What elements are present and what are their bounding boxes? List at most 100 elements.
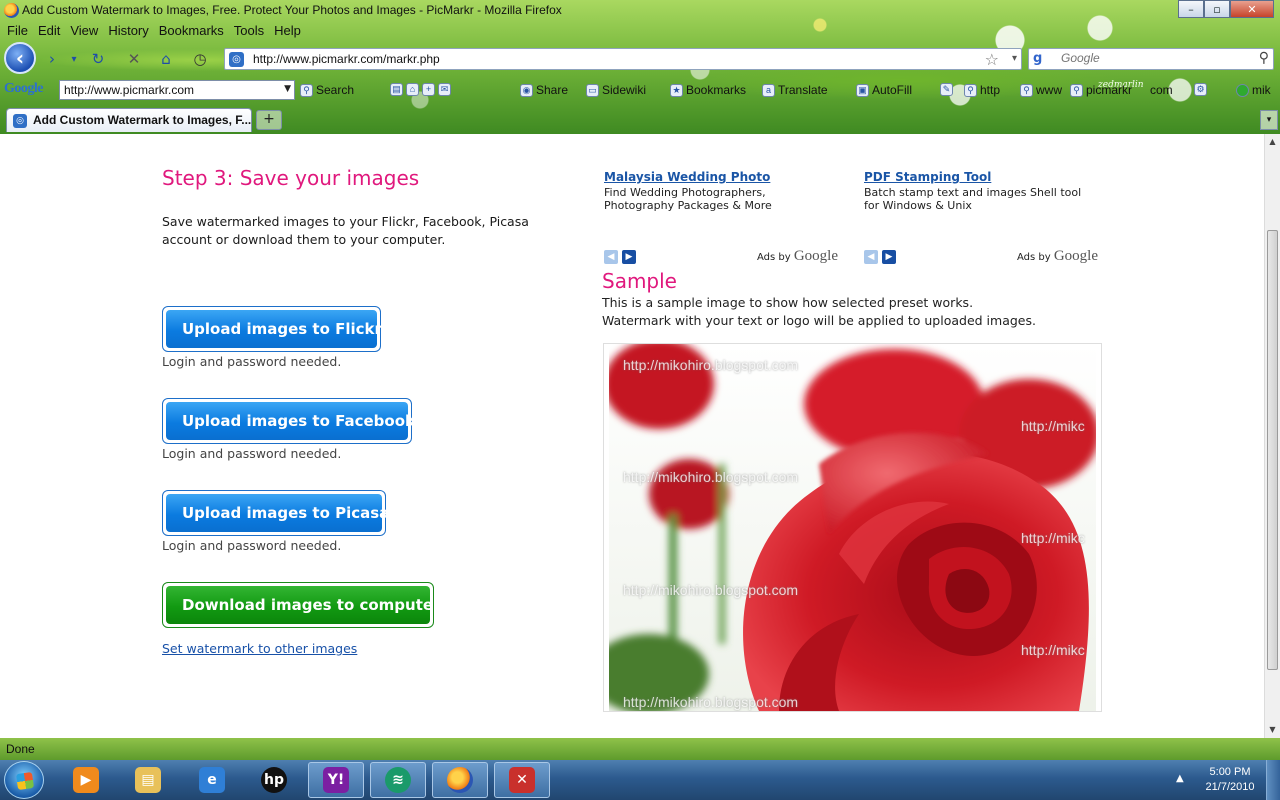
bookmark-star-icon[interactable]: ☆ [985,50,999,69]
bank-icon: ⌂ [406,83,419,96]
google-query-dropdown-icon[interactable]: ▼ [284,84,291,94]
mail-icon: ✉ [438,83,451,96]
url-bar[interactable]: ◎ http://www.picmarkr.com/markr.php ☆ ▾ [224,48,1022,70]
toolbar-settings-button[interactable]: ⚙ [1194,83,1207,96]
menu-view[interactable]: View [65,23,103,41]
download-computer-label[interactable]: Download images to computer [166,586,440,624]
search-icon[interactable]: ⚲ [1259,50,1269,66]
upload-flickr-label[interactable]: Upload images to Flickr [166,310,382,348]
tab-list-icon[interactable]: ▾ [1260,110,1278,130]
back-arrow-icon[interactable]: ‹ [4,42,36,74]
taskbar-explorer[interactable]: ▤ [120,762,176,798]
menu-file[interactable]: File [2,23,33,41]
show-desktop-button[interactable] [1266,760,1280,800]
yahoo-messenger-icon: Y! [323,767,349,793]
url-text[interactable]: http://www.picmarkr.com/markr.php [253,52,440,66]
system-clock[interactable]: 5:00 PM 21/7/2010 [1200,765,1260,795]
taskbar-internet-explorer[interactable]: e [184,762,240,798]
ad-prev-icon[interactable]: ◀ [604,250,618,264]
ad-next-icon[interactable]: ▶ [622,250,636,264]
search-input[interactable] [1061,51,1251,65]
toolbar-profile-button[interactable]: mik [1236,83,1271,97]
toolbar-term-com[interactable]: com [1150,83,1173,97]
ad-nav: ◀ ▶ [604,250,636,264]
forward-arrow-icon[interactable]: › [42,49,62,69]
firefox-icon [447,767,473,793]
history-dropdown-icon[interactable]: ▾ [64,49,84,69]
maximize-button[interactable]: ▫ [1204,0,1230,18]
folder-icon: ▤ [135,767,161,793]
taskbar-yahoo-messenger[interactable]: Y! [308,762,364,798]
upload-picasa-label[interactable]: Upload images to Picasa [166,494,389,532]
ad-text: Find Wedding Photographers, Photography … [604,186,772,212]
taskbar-network-app[interactable]: ≋ [370,762,426,798]
menu-edit[interactable]: Edit [33,23,65,41]
menu-history[interactable]: History [103,23,153,41]
home-icon[interactable]: ⌂ [156,49,176,69]
toolbar-term-picmarkr[interactable]: ⚲ picmarkr [1070,83,1132,97]
stop-icon[interactable]: ✕ [124,49,144,69]
ads-by-google[interactable]: Ads by Google [1017,248,1098,265]
toolbar-bookmarks-button[interactable]: ★ Bookmarks [670,83,746,97]
sample-description: This is a sample image to show how selec… [602,294,1036,330]
toolbar-term-www[interactable]: ⚲ www [1020,83,1062,97]
search-bar[interactable]: g ⚲ [1028,48,1274,70]
google-toolbar-logo[interactable]: Google [4,81,44,97]
clock-icon[interactable]: ◷ [190,49,210,69]
google-toolbar-query[interactable] [64,83,274,97]
toolbar-sidewiki-button[interactable]: ▭ Sidewiki [586,83,646,97]
menu-tools[interactable]: Tools [229,23,269,41]
site-favicon-icon: ◎ [229,52,244,67]
step-title: Step 3: Save your images [162,166,420,190]
hp-icon: hp [261,767,287,793]
menu-help[interactable]: Help [269,23,306,41]
tab-label[interactable]: Add Custom Watermark to Images, F... [33,113,251,127]
taskbar-media-player[interactable]: ▶ [58,762,114,798]
toolbar-translate-button[interactable]: a Translate [762,83,828,97]
watermark-text: http://mikohiro.blogspot.com [623,357,799,373]
title-bar: Add Custom Watermark to Images, Free. Pr… [0,0,1280,22]
scroll-down-icon[interactable]: ▼ [1265,722,1280,738]
ad-next-icon[interactable]: ▶ [882,250,896,264]
upload-picasa-button[interactable]: Upload images to Picasa [162,490,389,536]
toolbar-share-button[interactable]: ◉ Share [520,83,568,97]
download-computer-button[interactable]: Download images to computer [162,582,440,628]
tab-active[interactable]: ◎ Add Custom Watermark to Images, F... [6,108,252,132]
taskbar-pdf-app[interactable]: ✕ [494,762,550,798]
page-viewport: Step 3: Save your images Save watermarke… [0,134,1264,738]
ad-title[interactable]: Malaysia Wedding Photo [604,170,844,184]
ads-by-google[interactable]: Ads by Google [757,248,838,265]
search-term-icon: ⚲ [1020,83,1033,97]
ad-unit-1: Malaysia Wedding Photo Find Wedding Phot… [604,170,844,264]
menu-bookmarks[interactable]: Bookmarks [154,23,229,41]
tray-expand-icon[interactable]: ▲ [1176,773,1184,784]
toolbar-icons-group[interactable]: ▤ ⌂ + ✉ [390,83,451,96]
media-player-icon: ▶ [73,767,99,793]
url-dropdown-icon[interactable]: ▾ [1012,53,1017,64]
vertical-scrollbar[interactable]: ▲ ▼ [1264,134,1280,738]
close-button[interactable]: ✕ [1230,0,1274,18]
ad-prev-icon[interactable]: ◀ [864,250,878,264]
reload-icon[interactable]: ↻ [88,49,108,69]
toolbar-search-button[interactable]: ⚲ Search [300,83,354,97]
google-toolbar-search[interactable]: ▼ [59,80,295,100]
toolbar-highlight-button[interactable]: ✎ [940,83,953,96]
taskbar-hp[interactable]: hp [246,762,302,798]
ad-title[interactable]: PDF Stamping Tool [864,170,1104,184]
google-engine-icon[interactable]: g [1033,51,1042,66]
set-watermark-link[interactable]: Set watermark to other images [162,641,357,656]
toolbar-term-http[interactable]: ⚲ http [964,83,1000,97]
upload-flickr-button[interactable]: Upload images to Flickr [162,306,382,352]
minimize-button[interactable]: – [1178,0,1204,18]
scroll-up-icon[interactable]: ▲ [1265,134,1280,150]
taskbar-firefox[interactable] [432,762,488,798]
search-term-icon: ⚲ [1070,83,1083,97]
status-bar: Done [0,738,1280,760]
watermark-text: http://mikc [1021,642,1085,658]
toolbar-autofill-button[interactable]: ▣ AutoFill [856,83,912,97]
start-button[interactable] [4,761,44,799]
scroll-thumb[interactable] [1267,230,1278,670]
new-tab-button[interactable]: + [256,110,282,130]
upload-facebook-label[interactable]: Upload images to Facebook [166,402,415,440]
upload-facebook-button[interactable]: Upload images to Facebook [162,398,415,444]
